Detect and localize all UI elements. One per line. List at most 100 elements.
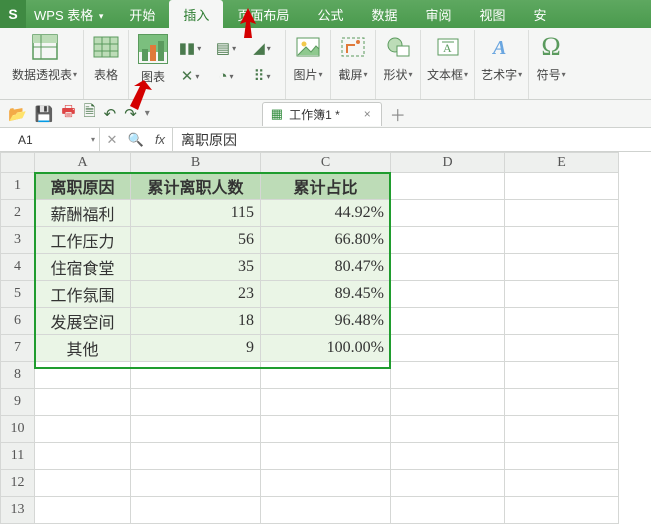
cell-B5[interactable]: 23 <box>131 281 261 308</box>
menu-tab-home[interactable]: 开始 <box>115 0 169 28</box>
chart-button[interactable]: 图表 <box>137 32 169 85</box>
chart-type-scatter-icon[interactable]: ⠿▾ <box>247 64 277 88</box>
chart-type-area-icon[interactable]: ◢▾ <box>247 36 277 60</box>
row-header[interactable]: 10 <box>1 416 35 443</box>
cell[interactable] <box>391 470 505 497</box>
cell[interactable] <box>391 362 505 389</box>
cell[interactable] <box>505 362 619 389</box>
row-header[interactable]: 11 <box>1 443 35 470</box>
cell[interactable] <box>505 443 619 470</box>
cell[interactable] <box>261 362 391 389</box>
cell-C1[interactable]: 累计占比 <box>261 173 391 200</box>
menu-tab-review[interactable]: 审阅 <box>411 0 465 28</box>
cell-E1[interactable] <box>505 173 619 200</box>
save-icon[interactable]: 💾 <box>35 105 54 123</box>
menu-tab-formulas[interactable]: 公式 <box>303 0 357 28</box>
qat-more-icon[interactable]: ▾ <box>145 108 150 119</box>
cell-E4[interactable] <box>505 254 619 281</box>
cell[interactable] <box>131 470 261 497</box>
cell[interactable] <box>261 416 391 443</box>
cell[interactable] <box>391 443 505 470</box>
cell-C3[interactable]: 66.80% <box>261 227 391 254</box>
menu-tab-view[interactable]: 视图 <box>465 0 519 28</box>
cell-C6[interactable]: 96.48% <box>261 308 391 335</box>
cell-C4[interactable]: 80.47% <box>261 254 391 281</box>
ribbon-group-picture[interactable]: 图片▾ <box>286 30 331 99</box>
col-header-D[interactable]: D <box>391 153 505 173</box>
cell-E5[interactable] <box>505 281 619 308</box>
cell-A7[interactable]: 其他 <box>35 335 131 362</box>
cell[interactable] <box>505 416 619 443</box>
folder-open-icon[interactable]: 📂 <box>8 105 27 123</box>
cell-A5[interactable]: 工作氛围 <box>35 281 131 308</box>
cell-D6[interactable] <box>391 308 505 335</box>
cell-B3[interactable]: 56 <box>131 227 261 254</box>
formula-accept-icon[interactable]: 🔍 <box>124 132 148 148</box>
new-tab-button[interactable]: ＋ <box>390 102 406 126</box>
cell[interactable] <box>131 416 261 443</box>
cell-A4[interactable]: 住宿食堂 <box>35 254 131 281</box>
cell[interactable] <box>505 470 619 497</box>
row-header[interactable]: 8 <box>1 362 35 389</box>
cell-B7[interactable]: 9 <box>131 335 261 362</box>
cell[interactable] <box>261 389 391 416</box>
cell-C5[interactable]: 89.45% <box>261 281 391 308</box>
ribbon-group-symbol[interactable]: Ω 符号▾ <box>529 30 573 99</box>
row-header[interactable]: 1 <box>1 173 35 200</box>
cell-E3[interactable] <box>505 227 619 254</box>
cell-D4[interactable] <box>391 254 505 281</box>
cell-E2[interactable] <box>505 200 619 227</box>
menu-tab-insert[interactable]: 插入 <box>169 0 223 28</box>
app-name[interactable]: WPS 表格 ▾ <box>26 5 111 24</box>
fx-icon[interactable]: fx <box>148 132 172 147</box>
cell-B4[interactable]: 35 <box>131 254 261 281</box>
chart-type-pie-icon[interactable]: ◔▾ <box>211 64 241 88</box>
cell[interactable] <box>131 389 261 416</box>
cell-D5[interactable] <box>391 281 505 308</box>
cell[interactable] <box>391 497 505 524</box>
print-preview-icon[interactable]: 🗎 <box>84 101 96 126</box>
cell[interactable] <box>131 497 261 524</box>
row-header[interactable]: 4 <box>1 254 35 281</box>
row-header[interactable]: 5 <box>1 281 35 308</box>
name-box[interactable]: A1 ▾ <box>0 128 100 151</box>
menu-tab-extra[interactable]: 安 <box>520 0 561 28</box>
cell[interactable] <box>391 389 505 416</box>
document-tab[interactable]: ▦ 工作簿1 * × <box>262 102 382 126</box>
cell[interactable] <box>35 362 131 389</box>
cell-A1[interactable]: 离职原因 <box>35 173 131 200</box>
cell-A6[interactable]: 发展空间 <box>35 308 131 335</box>
ribbon-group-pivot[interactable]: 数据透视表▾ <box>6 30 84 99</box>
cell-A2[interactable]: 薪酬福利 <box>35 200 131 227</box>
cell-B6[interactable]: 18 <box>131 308 261 335</box>
ribbon-group-shapes[interactable]: 形状▾ <box>376 30 421 99</box>
cell[interactable] <box>261 443 391 470</box>
cell[interactable] <box>35 443 131 470</box>
formula-input[interactable]: 离职原因 <box>173 128 651 151</box>
col-header-A[interactable]: A <box>35 153 131 173</box>
row-header[interactable]: 12 <box>1 470 35 497</box>
cell[interactable] <box>35 416 131 443</box>
cell-B2[interactable]: 115 <box>131 200 261 227</box>
ribbon-group-wordart[interactable]: A 艺术字▾ <box>475 30 529 99</box>
cell-E7[interactable] <box>505 335 619 362</box>
cell-B1[interactable]: 累计离职人数 <box>131 173 261 200</box>
cell-E6[interactable] <box>505 308 619 335</box>
cell-C2[interactable]: 44.92% <box>261 200 391 227</box>
cell[interactable] <box>35 389 131 416</box>
ribbon-group-screenshot[interactable]: 截屏▾ <box>331 30 376 99</box>
select-all-corner[interactable] <box>1 153 35 173</box>
row-header[interactable]: 6 <box>1 308 35 335</box>
col-header-B[interactable]: B <box>131 153 261 173</box>
print-icon[interactable]: 🖶 <box>61 101 75 126</box>
cell[interactable] <box>35 497 131 524</box>
undo-icon[interactable]: ↶ <box>104 105 117 123</box>
cell-D7[interactable] <box>391 335 505 362</box>
col-header-C[interactable]: C <box>261 153 391 173</box>
cell[interactable] <box>131 443 261 470</box>
cell[interactable] <box>131 362 261 389</box>
chart-type-line-icon[interactable]: ✕▾ <box>175 64 205 88</box>
cell-D3[interactable] <box>391 227 505 254</box>
row-header[interactable]: 7 <box>1 335 35 362</box>
chart-type-bar-icon[interactable]: ▤▾ <box>211 36 241 60</box>
